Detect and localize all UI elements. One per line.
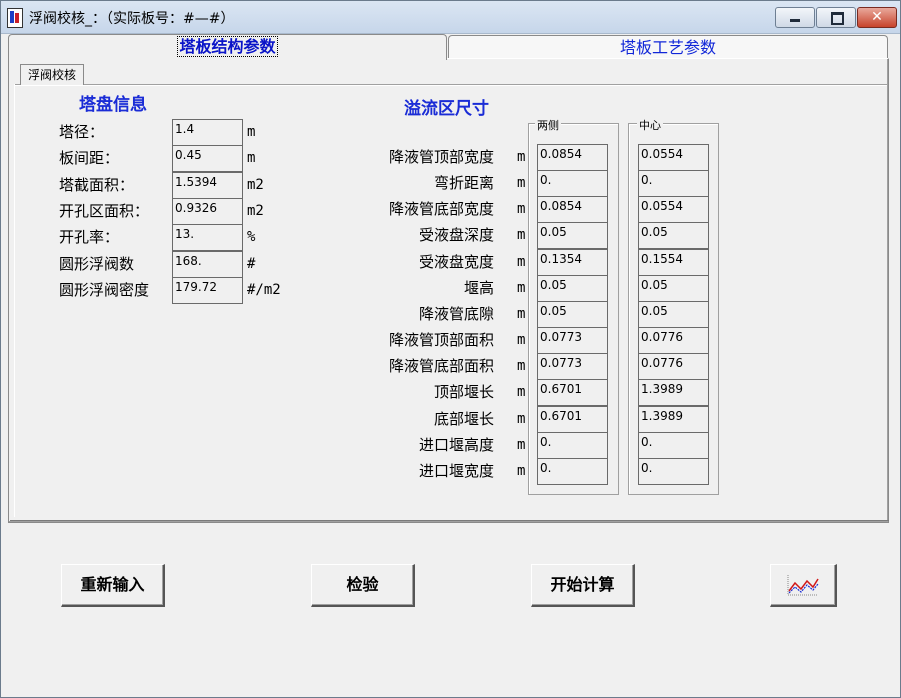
downcomer-unit: m: [517, 332, 526, 348]
downcomer-side-field[interactable]: 0.: [537, 432, 608, 459]
tower-info-field[interactable]: 1.5394: [172, 172, 243, 199]
downcomer-unit: m: [517, 254, 526, 270]
downcomer-unit: m: [517, 384, 526, 400]
tower-info-field[interactable]: 179.72: [172, 277, 243, 304]
tower-info-label: 板间距：: [59, 149, 120, 167]
downcomer-side-field[interactable]: 0.0854: [537, 144, 608, 171]
close-button[interactable]: ✕: [857, 7, 897, 28]
downcomer-label: 顶部堰长: [433, 383, 494, 401]
downcomer-side-field[interactable]: 0.05: [537, 275, 608, 302]
downcomer-center-field[interactable]: 0.05: [638, 275, 709, 302]
downcomer-unit: m: [517, 280, 526, 296]
downcomer-label: 底部堰长: [433, 410, 494, 428]
downcomer-unit: m: [517, 463, 526, 479]
downcomer-side-field[interactable]: 0.: [537, 170, 608, 197]
downcomer-label: 降液管底部面积: [388, 357, 494, 375]
group-side-title: 两侧: [535, 117, 561, 133]
app-icon: [7, 8, 23, 28]
downcomer-center-field[interactable]: 0.05: [638, 301, 709, 328]
downcomer-center-field[interactable]: 0.05: [638, 222, 709, 249]
tower-info-field[interactable]: 0.45: [172, 145, 243, 172]
tower-info-unit: m2: [247, 203, 264, 219]
downcomer-side-field[interactable]: 0.: [537, 458, 608, 485]
tab-process-params[interactable]: 塔板工艺参数: [448, 35, 888, 59]
downcomer-label: 降液管顶部宽度: [388, 148, 494, 166]
downcomer-label: 弯折距离: [433, 174, 494, 192]
tower-info-unit: m2: [247, 177, 264, 193]
downcomer-center-field[interactable]: 0.1554: [638, 249, 709, 276]
tower-info-label: 圆形浮阀密度: [59, 281, 150, 299]
downcomer-unit: m: [517, 149, 526, 165]
downcomer-unit: m: [517, 358, 526, 374]
downcomer-unit: m: [517, 227, 526, 243]
tower-info-heading: 塔盘信息: [79, 95, 147, 115]
downcomer-side-field[interactable]: 0.0854: [537, 196, 608, 223]
downcomer-unit: m: [517, 201, 526, 217]
downcomer-side-field[interactable]: 0.0773: [537, 353, 608, 380]
downcomer-label: 进口堰宽度: [418, 462, 494, 480]
chart-button[interactable]: [770, 564, 837, 607]
tower-info-unit: %: [247, 229, 256, 245]
tower-info-unit: m: [247, 124, 256, 140]
downcomer-label: 降液管底部宽度: [388, 200, 494, 218]
downcomer-unit: m: [517, 306, 526, 322]
tower-info-label: 塔径：: [59, 123, 105, 141]
tower-info-field[interactable]: 13.: [172, 224, 243, 251]
downcomer-side-field[interactable]: 0.05: [537, 301, 608, 328]
title-bar[interactable]: 浮阀校核_：（实际板号：#—#） ✕: [1, 1, 900, 34]
tower-info-label: 塔截面积：: [59, 176, 135, 194]
subpanel-left-border: [14, 84, 15, 517]
maximize-icon: [831, 12, 844, 25]
downcomer-side-field[interactable]: 0.6701: [537, 406, 608, 433]
check-button[interactable]: 检验: [311, 564, 415, 607]
tower-info-label: 开孔区面积：: [59, 202, 150, 220]
downcomer-label: 降液管顶部面积: [388, 331, 494, 349]
downcomer-label: 进口堰高度: [418, 436, 494, 454]
window-title: 浮阀校核_：（实际板号：#—#）: [29, 11, 235, 27]
tower-info-field[interactable]: 168.: [172, 251, 243, 278]
subtab-valve-check[interactable]: 浮阀校核: [20, 64, 84, 85]
minimize-icon: [790, 19, 800, 22]
downcomer-center-field[interactable]: 0.: [638, 432, 709, 459]
tower-info-field[interactable]: 0.9326: [172, 198, 243, 225]
downcomer-center-field[interactable]: 1.3989: [638, 379, 709, 406]
subpanel-bottom-border: [10, 520, 889, 521]
downcomer-center-field[interactable]: 0.: [638, 170, 709, 197]
downcomer-center-field[interactable]: 0.0776: [638, 353, 709, 380]
tower-info-label: 圆形浮阀数: [59, 255, 135, 273]
downcomer-center-field[interactable]: 0.0554: [638, 196, 709, 223]
downcomer-unit: m: [517, 437, 526, 453]
downcomer-center-field[interactable]: 0.0554: [638, 144, 709, 171]
chart-icon: [787, 575, 819, 596]
downcomer-side-field[interactable]: 0.6701: [537, 379, 608, 406]
reset-button[interactable]: 重新输入: [61, 564, 165, 607]
downcomer-side-field[interactable]: 0.1354: [537, 249, 608, 276]
minimize-button[interactable]: [775, 7, 815, 28]
downcomer-unit: m: [517, 175, 526, 191]
tower-info-field[interactable]: 1.4: [172, 119, 243, 146]
downcomer-label: 受液盘深度: [418, 226, 494, 244]
downcomer-label: 降液管底隙: [418, 305, 494, 323]
tower-info-unit: #/m2: [247, 282, 281, 298]
downcomer-unit: m: [517, 411, 526, 427]
calculate-button[interactable]: 开始计算: [531, 564, 635, 607]
maximize-button[interactable]: [816, 7, 856, 28]
downcomer-heading: 溢流区尺寸: [404, 99, 489, 119]
downcomer-side-field[interactable]: 0.05: [537, 222, 608, 249]
close-icon: ✕: [871, 9, 883, 25]
downcomer-center-field[interactable]: 0.0776: [638, 327, 709, 354]
tower-info-unit: #: [247, 256, 256, 272]
downcomer-center-field[interactable]: 1.3989: [638, 406, 709, 433]
group-center-title: 中心: [637, 117, 663, 133]
tower-info-label: 开孔率：: [59, 228, 120, 246]
tab-structure-params[interactable]: 塔板结构参数: [8, 34, 447, 60]
downcomer-center-field[interactable]: 0.: [638, 458, 709, 485]
downcomer-label: 堰高: [463, 279, 494, 297]
subpanel-border-highlight: [14, 85, 887, 86]
tower-info-unit: m: [247, 150, 256, 166]
downcomer-label: 受液盘宽度: [418, 253, 494, 271]
tab-structure-params-label: 塔板结构参数: [177, 36, 278, 57]
downcomer-side-field[interactable]: 0.0773: [537, 327, 608, 354]
